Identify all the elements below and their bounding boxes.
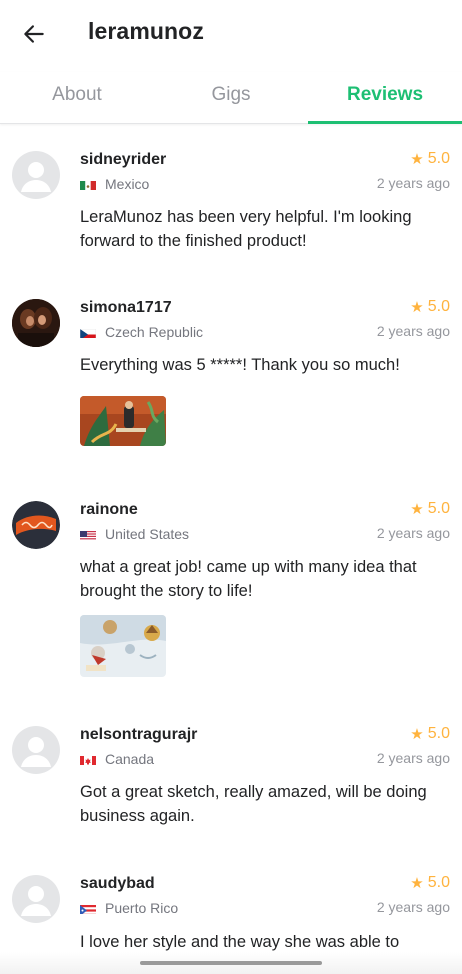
review-attachment-thumbnail[interactable] xyxy=(80,396,166,446)
country-label: Czech Republic xyxy=(105,324,204,340)
czech-flag-icon xyxy=(80,327,96,338)
rating-value: 5.0 xyxy=(427,874,450,891)
canada-flag-icon xyxy=(80,754,96,765)
back-button[interactable] xyxy=(12,14,56,54)
review-text: Everything was 5 *****! Thank you so muc… xyxy=(80,356,400,374)
reviewer-username[interactable]: rainone xyxy=(80,501,138,519)
review-text: I love her style and the way she was abl… xyxy=(80,933,400,951)
photo-avatar[interactable] xyxy=(12,299,60,347)
reviewer-country: United States xyxy=(80,526,189,542)
country-label: Mexico xyxy=(105,176,150,192)
review-item: simona1717 Czech Republic ★ 5.0 2 years … xyxy=(0,288,462,478)
tab-bar: About Gigs Reviews xyxy=(0,72,462,124)
country-label: Canada xyxy=(105,751,155,767)
rating: ★ 5.0 xyxy=(410,298,450,316)
review-item: sidneyrider Mexico ★ 5.0 2 years ago Ler… xyxy=(0,140,462,290)
mexico-flag-icon xyxy=(80,179,96,190)
rating-value: 5.0 xyxy=(427,298,450,315)
review-item: rainone United States ★ 5.0 2 years ago … xyxy=(0,490,462,700)
star-icon: ★ xyxy=(410,501,424,518)
reviewer-country: Czech Republic xyxy=(80,324,203,340)
rating: ★ 5.0 xyxy=(410,150,450,168)
review-time: 2 years ago xyxy=(376,525,450,541)
country-label: United States xyxy=(105,526,190,542)
review-text: what a great job! came up with many idea… xyxy=(80,558,417,600)
top-bar: leramunoz xyxy=(0,0,462,68)
reviewer-username[interactable]: simona1717 xyxy=(80,299,172,317)
star-icon: ★ xyxy=(410,299,424,316)
rating-value: 5.0 xyxy=(427,150,450,167)
reviewer-country: Puerto Rico xyxy=(80,900,178,916)
reviewer-username[interactable]: saudybad xyxy=(80,875,155,893)
review-text: LeraMunoz has been very helpful. I'm loo… xyxy=(80,208,412,250)
reviewer-country: Canada xyxy=(80,751,154,767)
reviewer-username[interactable]: sidneyrider xyxy=(80,151,166,169)
review-time: 2 years ago xyxy=(376,750,450,766)
rating-value: 5.0 xyxy=(427,725,450,742)
home-indicator[interactable] xyxy=(140,961,322,965)
country-label: Puerto Rico xyxy=(105,900,179,916)
review-item: nelsontragurajr Canada ★ 5.0 2 years ago… xyxy=(0,715,462,865)
rating: ★ 5.0 xyxy=(410,874,450,892)
rating: ★ 5.0 xyxy=(410,500,450,518)
tab-about[interactable]: About xyxy=(0,72,154,123)
star-icon: ★ xyxy=(410,875,424,892)
tab-gigs[interactable]: Gigs xyxy=(154,72,308,123)
us-flag-icon xyxy=(80,529,96,540)
review-time: 2 years ago xyxy=(376,899,450,915)
review-time: 2 years ago xyxy=(376,175,450,191)
review-attachment-thumbnail[interactable] xyxy=(80,615,166,677)
review-text: Got a great sketch, really amazed, will … xyxy=(80,783,427,825)
star-icon: ★ xyxy=(410,726,424,743)
reviewer-username[interactable]: nelsontragurajr xyxy=(80,726,197,744)
arrow-left-icon xyxy=(24,25,44,43)
review-time: 2 years ago xyxy=(376,323,450,339)
page-title: leramunoz xyxy=(88,18,204,44)
reviewer-country: Mexico xyxy=(80,176,149,192)
logo-avatar[interactable] xyxy=(12,501,60,549)
default-avatar-icon[interactable] xyxy=(12,875,60,923)
star-icon: ★ xyxy=(410,151,424,168)
puerto-rico-flag-icon xyxy=(80,903,96,914)
default-avatar-icon[interactable] xyxy=(12,151,60,199)
rating: ★ 5.0 xyxy=(410,725,450,743)
rating-value: 5.0 xyxy=(427,500,450,517)
default-avatar-icon[interactable] xyxy=(12,726,60,774)
tab-reviews[interactable]: Reviews xyxy=(308,72,462,124)
